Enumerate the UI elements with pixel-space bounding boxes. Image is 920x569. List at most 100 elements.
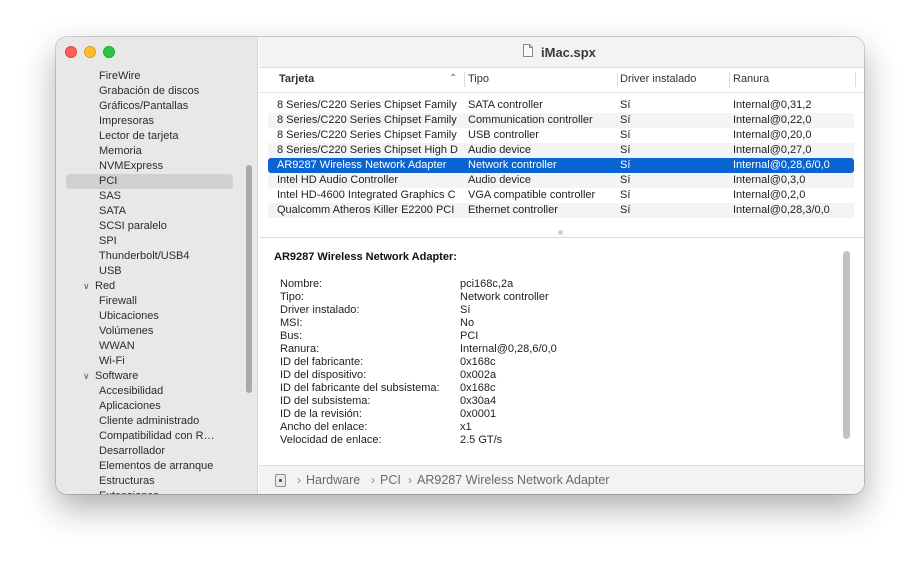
sidebar-item[interactable]: NVMExpress [99,159,163,174]
cell-tarjeta: Intel HD Audio Controller [277,174,399,186]
column-divider[interactable] [855,72,856,87]
sidebar-item[interactable]: Grabación de discos [99,84,199,99]
cell-ranura: Internal@0,20,0 [733,129,812,141]
cell-driver: Sí [620,129,631,141]
table-row[interactable]: 8 Series/C220 Series Chipset High D Audio… [268,143,854,158]
sidebar-group-software[interactable]: ∨ Software [83,369,138,384]
chevron-down-icon[interactable]: ∨ [83,279,95,294]
table-row[interactable]: 8 Series/C220 Series Chipset Family Commu… [268,113,854,128]
cell-tarjeta: 8 Series/C220 Series Chipset Family [277,129,457,141]
minimize-button[interactable] [84,46,96,58]
sidebar-item[interactable]: SPI [99,234,117,249]
table-row[interactable]: AR9287 Wireless Network Adapter Network c… [268,158,854,173]
detail-scrollbar[interactable] [843,251,850,439]
sidebar-item[interactable]: Elementos de arranque [99,459,213,474]
split-view-handle[interactable] [558,230,563,235]
cell-tipo: Audio device [468,174,531,186]
sidebar-item[interactable]: FireWire [99,69,141,84]
detail-field-value: 0x168c [460,382,496,394]
sidebar-item[interactable]: Ubicaciones [99,309,159,324]
cell-tipo: USB controller [468,129,539,141]
chevron-down-icon[interactable]: ∨ [83,369,95,384]
hardware-chip-icon[interactable] [275,474,286,487]
sidebar-item[interactable]: SATA [99,204,126,219]
detail-field-value: 2.5 GT/s [460,434,503,446]
sidebar-item[interactable]: Wi-Fi [99,354,125,369]
sidebar-group-red[interactable]: ∨ Red [83,279,115,294]
cell-ranura: Internal@0,31,2 [733,99,812,111]
sidebar-item[interactable]: Firewall [99,294,137,309]
column-header-tipo[interactable]: Tipo [468,73,489,85]
detail-field-value: Sí [460,304,471,316]
sidebar-item[interactable]: PCI [99,174,117,189]
cell-ranura: Internal@0,28,3/0,0 [733,204,830,216]
close-button[interactable] [65,46,77,58]
detail-field: MSI: No [280,317,680,330]
cell-tarjeta: 8 Series/C220 Series Chipset High D [277,144,458,156]
column-header-driver[interactable]: Driver instalado [620,73,696,85]
sidebar-item[interactable]: Thunderbolt/USB4 [99,249,190,264]
chevron-right-icon: › [297,473,301,487]
column-header-tarjeta[interactable]: Tarjeta [279,73,314,85]
detail-field-value: 0x0001 [460,408,497,420]
cell-tipo: Network controller [468,159,557,171]
sidebar-group-label: Software [95,370,139,382]
sidebar-item[interactable]: Estructuras [99,474,155,489]
sidebar-item[interactable]: SCSI paralelo [99,219,167,234]
sidebar-item[interactable]: Desarrollador [99,444,165,459]
sidebar-item[interactable]: Volúmenes [99,324,153,339]
sidebar-item[interactable]: Aplicaciones [99,399,161,414]
detail-field-value: Internal@0,28,6/0,0 [460,343,557,355]
cell-driver: Sí [620,114,631,126]
detail-field: Ranura: Internal@0,28,6/0,0 [280,343,680,356]
cell-ranura: Internal@0,27,0 [733,144,812,156]
sidebar-item[interactable]: Accesibilidad [99,384,163,399]
detail-field-label: ID del fabricante del subsistema: [280,382,440,394]
detail-field-label: ID del subsistema: [280,395,371,407]
sidebar-item[interactable]: Lector de tarjeta [99,129,179,144]
title-bar: iMac.spx [259,37,864,68]
detail-field-label: ID del dispositivo: [280,369,367,381]
detail-field-label: Driver instalado: [280,304,360,316]
zoom-button[interactable] [103,46,115,58]
sort-ascending-icon[interactable]: ⌃ [449,73,457,84]
detail-field-label: Bus: [280,330,303,342]
detail-field-value: No [460,317,475,329]
breadcrumb-item[interactable]: AR9287 Wireless Network Adapter [417,473,609,487]
detail-field: Bus: PCI [280,330,680,343]
sidebar-item[interactable]: Compatibilidad con R… [99,429,215,444]
detail-field-label: Ranura: [280,343,320,355]
sidebar-item[interactable]: WWAN [99,339,135,354]
sidebar-item[interactable]: USB [99,264,122,279]
column-divider[interactable] [617,72,618,87]
detail-field: Velocidad de enlace: 2.5 GT/s [280,434,680,447]
column-divider[interactable] [464,72,465,87]
sidebar-list: FireWire Grabación de discos Gráficos/Pant… [56,68,258,494]
sidebar-scrollbar[interactable] [246,165,252,393]
cell-ranura: Internal@0,22,0 [733,114,812,126]
sidebar-item[interactable]: Gráficos/Pantallas [99,99,188,114]
table-header: Tarjeta ⌃ Tipo Driver instalado Ranura [259,68,864,93]
table-row[interactable]: Intel HD Audio Controller Audio device Sí I… [268,173,854,188]
column-header-ranura[interactable]: Ranura [733,73,769,85]
cell-tarjeta: Intel HD-4600 Integrated Graphics C [277,189,456,201]
detail-field-label: MSI: [280,317,303,329]
table-row[interactable]: 8 Series/C220 Series Chipset Family SATA … [268,98,854,113]
table-row[interactable]: Qualcomm Atheros Killer E2200 PCI Etherne… [268,203,854,218]
detail-field: Driver instalado: Sí [280,304,680,317]
table-row[interactable]: Intel HD-4600 Integrated Graphics C VGA c… [268,188,854,203]
sidebar-item[interactable]: Memoria [99,144,142,159]
sidebar-item[interactable]: SAS [99,189,121,204]
sidebar-item[interactable]: Extensiones [99,489,159,494]
breadcrumb-item[interactable]: Hardware [306,473,360,487]
table-row[interactable]: 8 Series/C220 Series Chipset Family USB c… [268,128,854,143]
cell-tipo: Communication controller [468,114,593,126]
path-bar: › Hardware › PCI › AR9287 Wireless Network Ad… [259,465,864,494]
column-divider[interactable] [729,72,730,87]
detail-field: Ancho del enlace: x1 [280,421,680,434]
sidebar-item[interactable]: Cliente administrado [99,414,199,429]
cell-tipo: Ethernet controller [468,204,558,216]
sidebar-item[interactable]: Impresoras [99,114,154,129]
detail-field: ID del dispositivo: 0x002a [280,369,680,382]
breadcrumb-item[interactable]: PCI [380,473,401,487]
